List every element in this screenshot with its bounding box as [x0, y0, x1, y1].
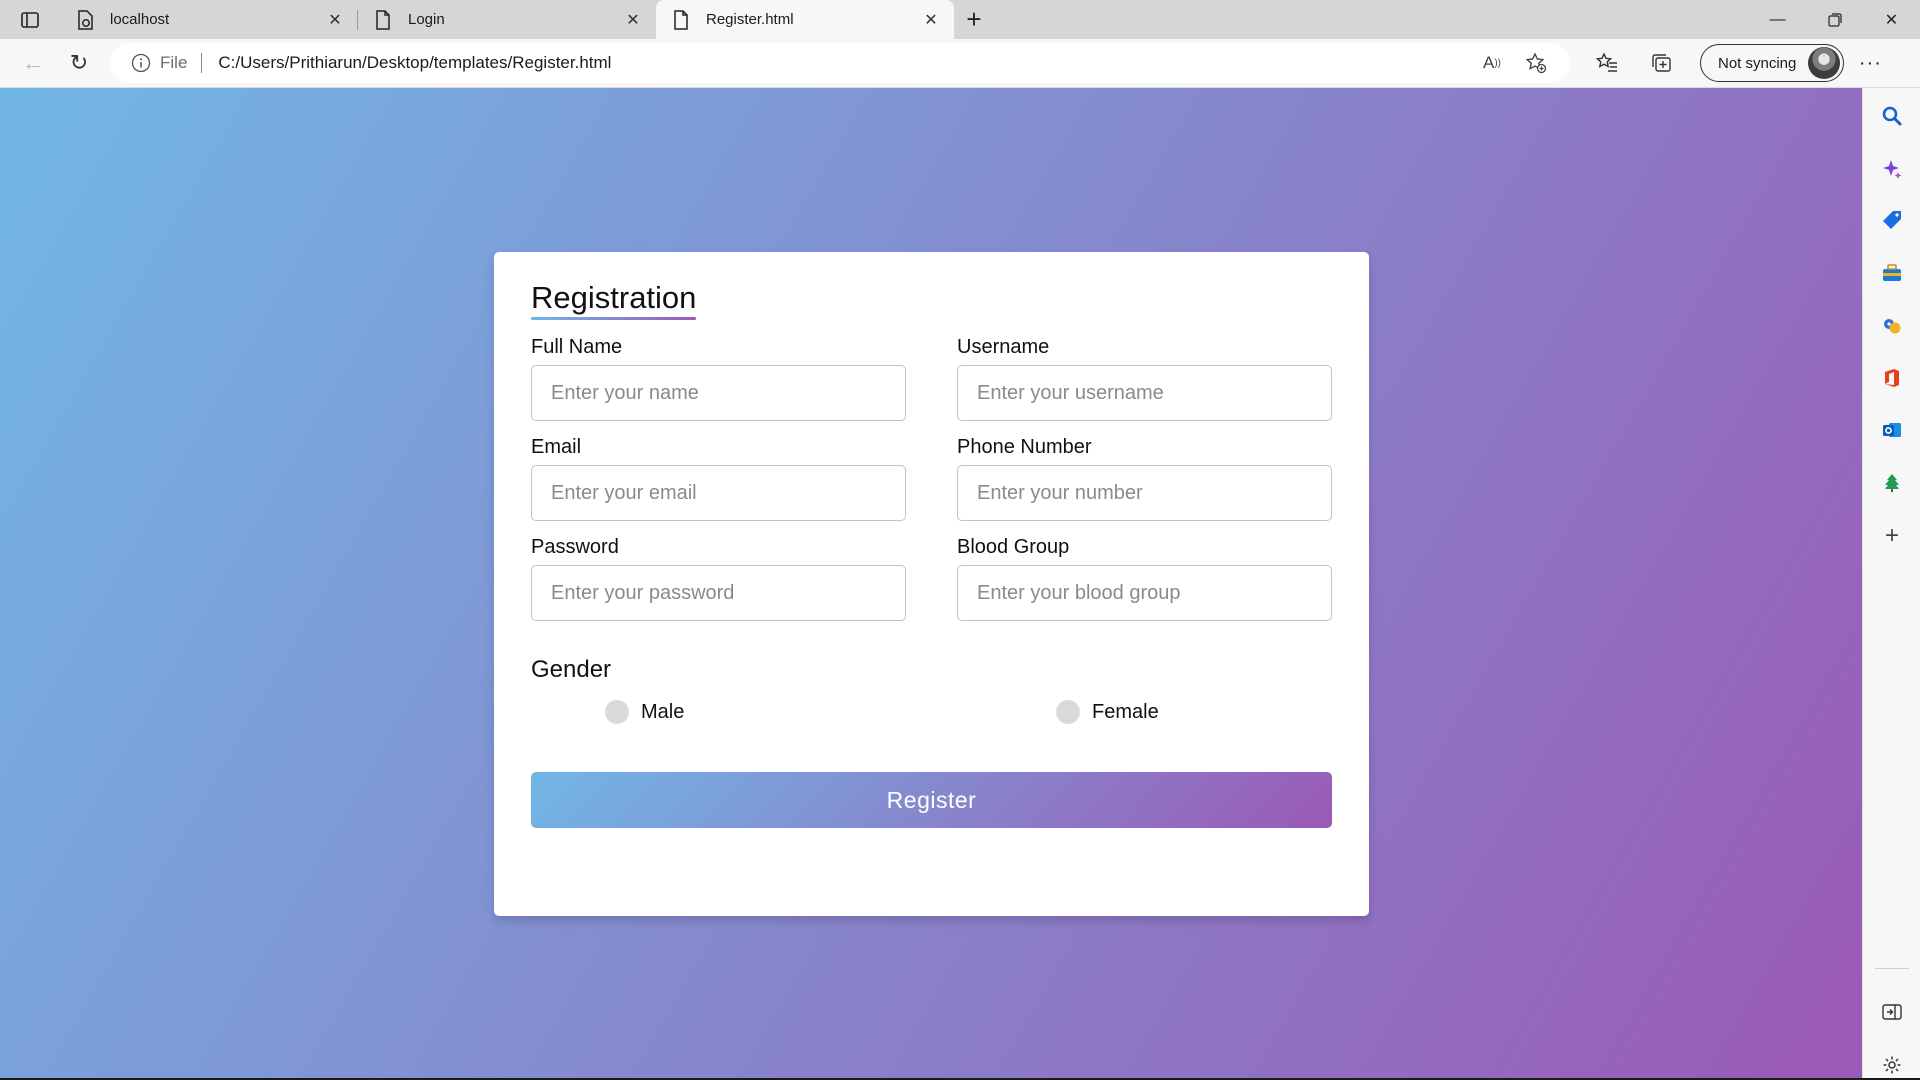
form-fields: Full Name Username Email Phone Number Pa… [531, 336, 1332, 636]
gender-option-male[interactable]: Male [605, 700, 684, 724]
sync-status-label: Not syncing [1718, 54, 1797, 72]
divider [1875, 968, 1909, 969]
favorites-icon [1596, 52, 1617, 72]
phone-field: Phone Number [957, 436, 1332, 521]
new-tab-button[interactable]: + [954, 0, 994, 39]
full-name-field: Full Name [531, 336, 906, 421]
gender-option-female[interactable]: Female [1056, 700, 1159, 724]
back-arrow-icon: ← [22, 50, 44, 75]
minimize-button[interactable]: — [1749, 0, 1806, 39]
gender-options: Male Female [531, 690, 1332, 740]
settings-icon[interactable] [1863, 1045, 1920, 1080]
search-icon[interactable] [1863, 96, 1920, 136]
read-aloud-icon[interactable]: A)) [1470, 46, 1514, 80]
close-icon[interactable]: ✕ [920, 9, 942, 31]
collections-button[interactable] [1634, 43, 1688, 83]
office-icon[interactable] [1863, 358, 1920, 398]
close-window-button[interactable]: ✕ [1863, 0, 1920, 39]
refresh-button[interactable]: ↻ [56, 43, 102, 83]
divider [201, 53, 203, 73]
close-icon[interactable]: ✕ [324, 9, 346, 31]
username-input[interactable] [957, 365, 1332, 421]
form-title: Registration [531, 280, 697, 320]
profile-sync-button[interactable]: Not syncing [1700, 44, 1845, 82]
hide-sidebar-icon[interactable] [1863, 992, 1920, 1032]
url-text[interactable]: C:/Users/Prithiarun/Desktop/templates/Re… [218, 53, 1470, 73]
tab-title: Register.html [706, 11, 794, 28]
copilot-icon[interactable] [1863, 149, 1920, 189]
tab-register[interactable]: Register.html ✕ [656, 0, 954, 39]
page-icon [670, 9, 692, 31]
back-button[interactable]: ← [10, 43, 56, 83]
full-name-input[interactable] [531, 365, 906, 421]
tab-actions-button[interactable] [0, 0, 60, 39]
more-icon: ··· [1858, 51, 1882, 74]
tab-title: Login [408, 11, 445, 28]
close-icon[interactable]: ✕ [622, 9, 644, 31]
restore-icon [1827, 12, 1842, 27]
registration-card: Registration Full Name Username Email Ph… [494, 252, 1369, 916]
email-input[interactable] [531, 465, 906, 521]
page-icon [372, 9, 394, 31]
add-favorite-icon[interactable] [1514, 46, 1558, 80]
games-icon[interactable] [1863, 306, 1920, 346]
register-button[interactable]: Register [531, 772, 1332, 828]
url-scheme: File [160, 53, 188, 72]
password-field: Password [531, 536, 906, 621]
add-icon[interactable]: + [1863, 516, 1920, 556]
outlook-icon[interactable] [1863, 410, 1920, 450]
female-radio[interactable] [1056, 700, 1080, 724]
blood-group-label: Blood Group [957, 536, 1070, 558]
password-input[interactable] [531, 565, 906, 621]
male-label: Male [641, 700, 685, 723]
email-field: Email [531, 436, 906, 521]
gender-title: Gender [531, 656, 612, 683]
page-viewport: Registration Full Name Username Email Ph… [0, 88, 1862, 1080]
blood-group-field: Blood Group [957, 536, 1332, 621]
favorites-button[interactable] [1580, 43, 1634, 83]
tab-strip: localhost ✕ Login ✕ Register.html ✕ + — … [0, 0, 1920, 39]
refresh-icon: ↻ [69, 50, 89, 75]
username-label: Username [957, 336, 1050, 358]
username-field: Username [957, 336, 1332, 421]
address-bar[interactable]: File C:/Users/Prithiarun/Desktop/templat… [110, 43, 1570, 83]
tools-briefcase-icon[interactable] [1863, 253, 1920, 293]
tab-actions-icon [21, 11, 39, 28]
restore-button[interactable] [1806, 0, 1863, 39]
female-label: Female [1092, 700, 1159, 723]
phone-label: Phone Number [957, 436, 1092, 458]
collections-icon [1652, 54, 1671, 72]
browser-toolbar: ← ↻ File C:/Users/Prithiarun/Desktop/tem… [0, 39, 1920, 88]
window-controls: — ✕ [1749, 0, 1920, 39]
tab-login[interactable]: Login ✕ [358, 0, 656, 39]
avatar [1808, 47, 1841, 79]
blood-group-input[interactable] [957, 565, 1332, 621]
settings-more-button[interactable]: ··· [1844, 43, 1896, 83]
phone-input[interactable] [957, 465, 1332, 521]
full-name-label: Full Name [531, 336, 623, 358]
tab-title: localhost [110, 11, 170, 28]
page-gear-icon [74, 9, 96, 31]
browser-sidebar: + [1862, 88, 1920, 1080]
tree-icon[interactable] [1863, 463, 1920, 503]
close-icon: ✕ [1884, 11, 1899, 29]
plus-icon: + [966, 4, 982, 34]
shopping-tag-icon[interactable] [1863, 200, 1920, 240]
info-icon[interactable] [130, 52, 152, 74]
email-label: Email [531, 436, 582, 458]
password-label: Password [531, 536, 619, 558]
tab-localhost[interactable]: localhost ✕ [60, 0, 358, 39]
minimize-icon: — [1769, 10, 1786, 28]
male-radio[interactable] [605, 700, 629, 724]
